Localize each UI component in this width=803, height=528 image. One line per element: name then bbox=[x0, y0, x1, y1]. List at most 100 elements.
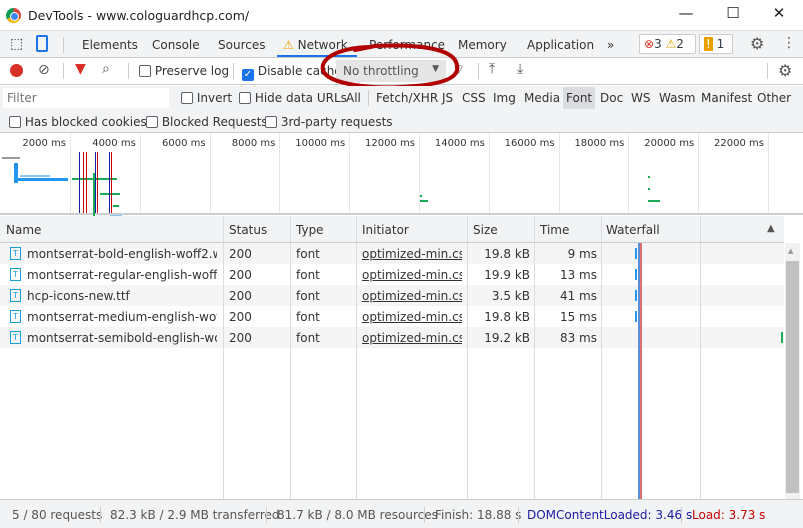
type-filter-other[interactable]: Other bbox=[757, 91, 791, 105]
tab-sources[interactable]: Sources bbox=[218, 38, 265, 52]
tab-console[interactable]: Console bbox=[152, 38, 200, 52]
overview-event-line bbox=[83, 152, 84, 213]
maximize-button[interactable]: ☐ bbox=[718, 4, 748, 26]
disable-cache-label: Disable cache bbox=[257, 64, 342, 78]
cell-time: 9 ms bbox=[567, 247, 597, 261]
has-blocked-cookies-checkbox[interactable]: Has blocked cookies bbox=[9, 115, 147, 129]
device-toolbar-icon[interactable] bbox=[36, 35, 48, 52]
sort-ascending-icon[interactable]: ▲ bbox=[767, 223, 775, 234]
cell-initiator[interactable]: optimized-min.cs... bbox=[362, 247, 462, 261]
hide-data-urls-checkbox[interactable]: Hide data URLs bbox=[239, 91, 347, 105]
cell-type: font bbox=[296, 289, 320, 303]
third-party-requests-checkbox[interactable]: 3rd-party requests bbox=[265, 115, 393, 129]
preserve-log-label: Preserve log bbox=[154, 64, 230, 78]
tab-performance[interactable]: Performance bbox=[369, 38, 445, 52]
disable-cache-checkbox[interactable]: ✓ Disable cache bbox=[242, 64, 342, 81]
cell-initiator[interactable]: optimized-min.cs... bbox=[362, 289, 462, 303]
overview-request-bar bbox=[420, 200, 428, 202]
overview-gridline bbox=[768, 133, 769, 213]
record-button[interactable] bbox=[10, 64, 23, 77]
type-filter-ws[interactable]: WS bbox=[631, 91, 650, 105]
filter-bar: Invert Hide data URLs All Fetch/XHR JS C… bbox=[0, 86, 803, 110]
search-icon[interactable]: ⌕ bbox=[102, 61, 110, 77]
overview-request-bar bbox=[113, 205, 119, 207]
column-status[interactable]: Status bbox=[229, 223, 267, 237]
overview-request-bar bbox=[648, 176, 650, 178]
table-row[interactable]: Tmontserrat-regular-english-woff2... 200 f… bbox=[0, 264, 784, 285]
status-bar: 5 / 80 requests 82.3 kB / 2.9 MB transfe… bbox=[0, 499, 803, 528]
column-name[interactable]: Name bbox=[6, 223, 41, 237]
preserve-log-checkbox[interactable]: Preserve log bbox=[139, 64, 229, 78]
type-filter-fetch-xhr[interactable]: Fetch/XHR bbox=[376, 91, 438, 105]
column-type[interactable]: Type bbox=[296, 223, 324, 237]
more-options-icon[interactable]: ⋮ bbox=[782, 35, 796, 51]
third-party-requests-label: 3rd-party requests bbox=[280, 115, 393, 129]
column-initiator[interactable]: Initiator bbox=[362, 223, 409, 237]
blocked-requests-label: Blocked Requests bbox=[161, 115, 268, 129]
type-filter-img[interactable]: Img bbox=[493, 91, 516, 105]
minimize-button[interactable]: — bbox=[671, 4, 701, 26]
overview-tick-label: 4000 ms bbox=[92, 138, 136, 149]
overview-request-bar bbox=[20, 175, 50, 177]
more-tabs-icon[interactable]: » bbox=[607, 38, 614, 52]
cell-initiator[interactable]: optimized-min.cs... bbox=[362, 331, 462, 345]
column-time[interactable]: Time bbox=[540, 223, 569, 237]
type-filter-manifest[interactable]: Manifest bbox=[701, 91, 752, 105]
cell-size: 3.5 kB bbox=[491, 289, 530, 303]
table-row[interactable]: Thcp-icons-new.ttf 200 font optimized-min.c… bbox=[0, 285, 784, 306]
tab-memory[interactable]: Memory bbox=[458, 38, 507, 52]
table-row[interactable]: Tmontserrat-medium-english-woff... 200 fon… bbox=[0, 306, 784, 327]
transferred-size: 82.3 kB / 2.9 MB transferred bbox=[110, 508, 280, 522]
throttling-select[interactable]: No throttling ▼ bbox=[336, 60, 446, 82]
settings-gear-icon[interactable]: ⚙ bbox=[750, 34, 764, 53]
cell-initiator[interactable]: optimized-min.cs... bbox=[362, 310, 462, 324]
close-button[interactable]: ✕ bbox=[764, 4, 794, 26]
type-filter-media[interactable]: Media bbox=[524, 91, 560, 105]
active-tab-indicator bbox=[277, 55, 357, 57]
type-filter-doc[interactable]: Doc bbox=[600, 91, 623, 105]
overview-request-bar bbox=[648, 200, 660, 202]
waterfall-bar bbox=[635, 248, 637, 259]
tab-elements[interactable]: Elements bbox=[82, 38, 138, 52]
scrollbar-thumb[interactable] bbox=[786, 261, 799, 493]
cell-status: 200 bbox=[229, 289, 252, 303]
console-counts-badge[interactable]: ⊗3 ⚠2 bbox=[639, 34, 696, 54]
network-overview-timeline[interactable]: 2000 ms 4000 ms 6000 ms 8000 ms 10000 ms 1200… bbox=[0, 133, 803, 233]
cell-initiator[interactable]: optimized-min.cs... bbox=[362, 268, 462, 282]
inspect-element-icon[interactable]: ⬚ bbox=[10, 36, 23, 52]
hide-data-urls-label: Hide data URLs bbox=[254, 91, 347, 105]
network-conditions-icon[interactable]: ⌔ bbox=[452, 61, 465, 79]
tab-application[interactable]: Application bbox=[527, 38, 594, 52]
cell-time: 41 ms bbox=[559, 289, 597, 303]
font-file-icon: T bbox=[10, 310, 21, 323]
export-har-icon[interactable]: ⤓ bbox=[517, 61, 523, 77]
type-filter-wasm[interactable]: Wasm bbox=[659, 91, 695, 105]
filter-input[interactable] bbox=[3, 88, 169, 108]
import-har-icon[interactable]: ⤒ bbox=[489, 61, 495, 77]
clear-icon[interactable]: ⊘ bbox=[38, 62, 50, 78]
request-count: 5 / 80 requests bbox=[12, 508, 103, 522]
invert-checkbox[interactable]: Invert bbox=[181, 91, 232, 105]
overview-request-bar bbox=[420, 195, 422, 197]
column-size[interactable]: Size bbox=[473, 223, 498, 237]
has-blocked-cookies-label: Has blocked cookies bbox=[24, 115, 147, 129]
table-row[interactable]: Tmontserrat-bold-english-woff2.wo... 200 f… bbox=[0, 243, 784, 264]
warning-icon: ⚠ bbox=[665, 37, 677, 51]
filter-icon[interactable]: ▼ bbox=[75, 61, 86, 77]
type-filter-css[interactable]: CSS bbox=[462, 91, 486, 105]
network-settings-icon[interactable]: ⚙ bbox=[778, 61, 792, 80]
issues-badge[interactable]: ! 1 bbox=[699, 34, 733, 54]
font-file-icon: T bbox=[10, 331, 21, 344]
type-filter-all[interactable]: All bbox=[346, 91, 361, 105]
column-waterfall[interactable]: Waterfall bbox=[606, 223, 660, 237]
column-divider bbox=[356, 216, 357, 499]
tab-network[interactable]: ⚠ Network bbox=[283, 38, 348, 52]
type-filter-js[interactable]: JS bbox=[442, 91, 453, 105]
table-row[interactable]: Tmontserrat-semibold-english-woff... 200 f… bbox=[0, 327, 784, 348]
overview-tick-label: 6000 ms bbox=[162, 138, 206, 149]
waterfall-bar bbox=[635, 290, 637, 301]
scrollbar[interactable]: ▲ bbox=[785, 243, 800, 499]
blocked-requests-checkbox[interactable]: Blocked Requests bbox=[146, 115, 268, 129]
type-filter-font[interactable]: Font bbox=[563, 87, 596, 109]
scroll-up-icon[interactable]: ▲ bbox=[788, 247, 793, 255]
